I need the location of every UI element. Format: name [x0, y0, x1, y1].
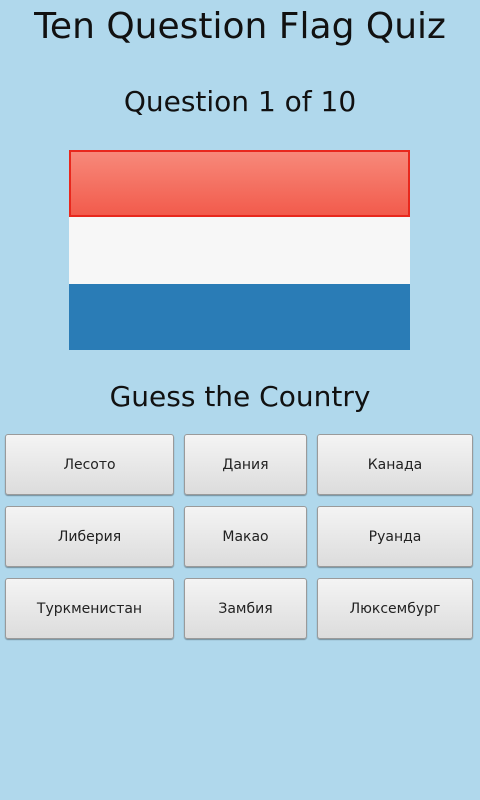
- answer-button[interactable]: Лесото: [5, 434, 174, 495]
- answer-button[interactable]: Замбия: [184, 578, 307, 639]
- answer-button[interactable]: Руанда: [317, 506, 473, 567]
- answer-button[interactable]: Люксембург: [317, 578, 473, 639]
- answer-button[interactable]: Канада: [317, 434, 473, 495]
- prompt-label: Guess the Country: [109, 380, 371, 413]
- answer-button[interactable]: Дания: [184, 434, 307, 495]
- flag-stripe-red: [69, 150, 410, 217]
- app-title: Ten Question Flag Quiz: [34, 6, 446, 47]
- flag-stripe-white: [69, 217, 410, 284]
- answer-button[interactable]: Макао: [184, 506, 307, 567]
- flag-stripe-blue: [69, 284, 410, 350]
- question-counter: Question 1 of 10: [123, 85, 357, 118]
- answer-button[interactable]: Либерия: [5, 506, 174, 567]
- answer-button[interactable]: Туркменистан: [5, 578, 174, 639]
- flag-image: [69, 150, 410, 350]
